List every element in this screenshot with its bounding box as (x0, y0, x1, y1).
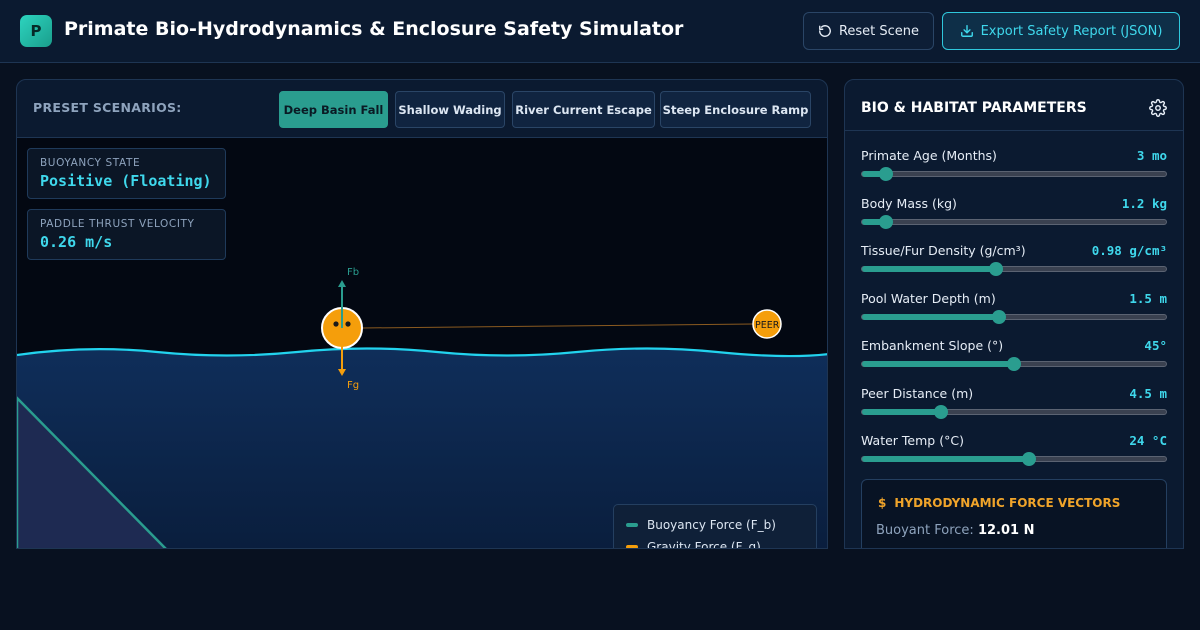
peer-tether-line (362, 323, 754, 329)
thrust-velocity-readout: PADDLE THRUST VELOCITY 0.26 m/s (27, 209, 226, 260)
buoyancy-state-readout: BUOYANCY STATE Positive (Floating) (27, 148, 226, 199)
thrust-velocity-value: 0.26 m/s (40, 233, 113, 251)
slider-thumb[interactable] (934, 405, 949, 419)
legend-swatch-gravity (626, 545, 638, 548)
slider-fill (862, 456, 1030, 462)
param-value: 1.2 kg (1121, 196, 1167, 211)
dollar-icon: $ (878, 496, 887, 510)
param-tissue-density: Tissue/Fur Density (g/cm³) 0.98 g/cm³ (861, 243, 1167, 283)
force-vectors-title: $ HYDRODYNAMIC FORCE VECTORS (878, 496, 1120, 510)
param-primate-age: Primate Age (Months) 3 mo (861, 148, 1167, 188)
param-label: Pool Water Depth (m) (861, 291, 996, 306)
gear-icon[interactable] (1149, 99, 1167, 117)
slider-thumb[interactable] (988, 262, 1003, 276)
slider-fill (862, 266, 996, 272)
logo-letter: P (30, 22, 42, 40)
preset-river-current-escape-button[interactable]: River Current Escape (512, 91, 655, 128)
embankment-slope-slider[interactable] (861, 357, 1167, 371)
peer-distance-slider[interactable] (861, 405, 1167, 419)
param-water-temp: Water Temp (°C) 24 °C (861, 433, 1167, 473)
app-title: Primate Bio-Hydrodynamics & Enclosure Sa… (64, 18, 684, 40)
param-value: 3 mo (1136, 148, 1167, 163)
buoyant-force-label: Buoyant Force: (876, 523, 974, 538)
reset-scene-button[interactable]: Reset Scene (803, 12, 934, 50)
simulation-panel: PRESET SCENARIOS: Deep Basin Fall Shallo… (16, 79, 828, 549)
water-depth-slider[interactable] (861, 310, 1167, 324)
tissue-density-slider[interactable] (861, 262, 1167, 276)
param-label: Body Mass (kg) (861, 196, 957, 211)
buoyancy-state-label: BUOYANCY STATE (40, 157, 141, 169)
force-vectors-title-text: HYDRODYNAMIC FORCE VECTORS (894, 496, 1121, 510)
param-label: Peer Distance (m) (861, 386, 974, 401)
param-label: Primate Age (Months) (861, 148, 997, 163)
buoyancy-arrow-head (338, 280, 346, 287)
body-mass-slider[interactable] (861, 215, 1167, 229)
param-value: 0.98 g/cm³ (1091, 243, 1167, 258)
param-peer-distance: Peer Distance (m) 4.5 m (861, 386, 1167, 426)
download-icon (960, 25, 973, 37)
param-label: Embankment Slope (°) (861, 338, 1004, 353)
buoyant-force-line: Buoyant Force: 12.01 N (876, 523, 1034, 538)
reset-scene-label: Reset Scene (838, 23, 920, 39)
legend-label-gravity: Gravity Force (F_g) (647, 540, 761, 549)
param-label: Tissue/Fur Density (g/cm³) (861, 243, 1026, 258)
slider-thumb[interactable] (879, 215, 894, 229)
buoyancy-arrow-label: Fb (347, 267, 359, 278)
param-label: Water Temp (°C) (861, 433, 964, 448)
param-water-depth: Pool Water Depth (m) 1.5 m (861, 291, 1167, 331)
force-legend: Buoyancy Force (F_b) Gravity Force (F_g) (613, 504, 817, 549)
slider-fill (862, 409, 942, 415)
primate-eye-right (345, 321, 351, 327)
water-temp-slider[interactable] (861, 452, 1167, 466)
app-header: P Primate Bio-Hydrodynamics & Enclosure … (0, 0, 1200, 63)
slider-thumb[interactable] (1007, 357, 1021, 371)
legend-item-buoyancy: Buoyancy Force (F_b) (626, 514, 804, 536)
preset-bar: PRESET SCENARIOS: Deep Basin Fall Shallo… (17, 80, 827, 138)
param-body-mass: Body Mass (kg) 1.2 kg (861, 196, 1167, 236)
param-embankment-slope: Embankment Slope (°) 45° (861, 338, 1167, 378)
primate-eye-left (333, 321, 339, 327)
param-value: 1.5 m (1129, 291, 1167, 306)
preset-deep-basin-fall-button[interactable]: Deep Basin Fall (279, 91, 388, 128)
buoyancy-state-value: Positive (Floating) (40, 172, 212, 190)
slider-fill (862, 361, 1014, 367)
preset-shallow-wading-button[interactable]: Shallow Wading (395, 91, 505, 128)
preset-label: PRESET SCENARIOS: (33, 100, 182, 115)
legend-item-gravity: Gravity Force (F_g) (626, 536, 804, 549)
reset-icon (819, 25, 831, 37)
primate-age-slider[interactable] (861, 167, 1167, 181)
parameters-title: BIO & HABITAT PARAMETERS (861, 100, 1087, 116)
force-vectors-card: $ HYDRODYNAMIC FORCE VECTORS Buoyant Forc… (861, 479, 1167, 548)
slider-thumb[interactable] (879, 167, 894, 181)
thrust-velocity-label: PADDLE THRUST VELOCITY (40, 218, 195, 230)
buoyant-force-value: 12.01 N (977, 523, 1035, 538)
legend-swatch-buoyancy (626, 523, 638, 527)
export-report-label: Export Safety Report (JSON) (980, 23, 1163, 39)
preset-steep-enclosure-ramp-button[interactable]: Steep Enclosure Ramp (660, 91, 811, 128)
parameters-header: BIO & HABITAT PARAMETERS (845, 80, 1183, 131)
export-report-button[interactable]: Export Safety Report (JSON) (942, 12, 1180, 50)
gravity-arrow-label: Fg (347, 380, 359, 391)
app-logo: P (20, 15, 52, 47)
simulation-canvas[interactable]: Fb Fg PEER BUOYANCY STATE Positive (Floa… (17, 138, 827, 549)
peer-label: PEER (755, 320, 780, 331)
slider-thumb[interactable] (991, 310, 1006, 324)
slider-fill (862, 314, 999, 320)
scene-svg: Fb Fg PEER (17, 267, 827, 548)
slider-thumb[interactable] (1022, 452, 1037, 466)
param-value: 24 °C (1129, 433, 1167, 448)
param-value: 4.5 m (1129, 386, 1167, 401)
parameters-panel: BIO & HABITAT PARAMETERS Primate Age (Mo… (844, 79, 1184, 549)
legend-label-buoyancy: Buoyancy Force (F_b) (647, 518, 776, 532)
param-value: 45° (1144, 338, 1167, 353)
